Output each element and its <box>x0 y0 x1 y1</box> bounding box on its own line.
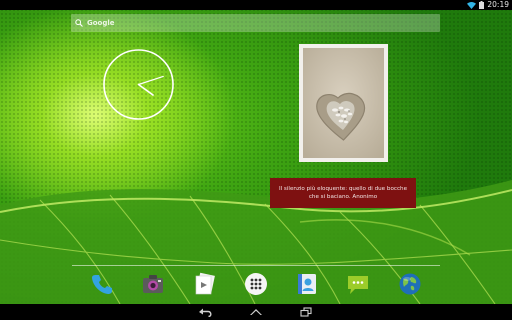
sand-heart-photo <box>303 48 384 158</box>
browser-icon[interactable] <box>398 272 422 296</box>
messaging-icon[interactable] <box>346 272 370 296</box>
search-label: Google <box>87 19 115 27</box>
phone-icon[interactable] <box>90 272 114 296</box>
back-icon[interactable] <box>196 306 214 318</box>
navigation-bar <box>0 304 512 320</box>
media-icon[interactable] <box>193 272 217 296</box>
status-bar: 20:19 <box>0 0 512 10</box>
contacts-icon[interactable] <box>295 272 319 296</box>
leaf-wallpaper-art <box>0 180 512 304</box>
wifi-icon <box>467 1 477 9</box>
analog-clock-widget[interactable] <box>102 48 175 121</box>
battery-icon <box>479 1 485 9</box>
camera-icon[interactable] <box>141 272 165 296</box>
clock-minute-hand <box>137 75 164 86</box>
quote-text: Il silenzio più eloquente: quello di due… <box>278 186 408 200</box>
quote-widget[interactable]: Il silenzio più eloquente: quello di due… <box>270 178 416 208</box>
home-icon[interactable] <box>247 306 265 318</box>
google-search-bar[interactable]: Google <box>71 14 440 32</box>
recents-icon[interactable] <box>297 306 315 318</box>
status-icons: 20:19 <box>467 0 509 10</box>
photo-frame-widget[interactable] <box>299 44 388 162</box>
wallpaper <box>0 0 512 304</box>
search-icon <box>75 19 83 27</box>
app-drawer-icon[interactable] <box>244 272 268 296</box>
clock-hour-hand <box>137 83 154 96</box>
dock-divider <box>72 265 440 266</box>
status-time: 20:19 <box>487 0 509 9</box>
